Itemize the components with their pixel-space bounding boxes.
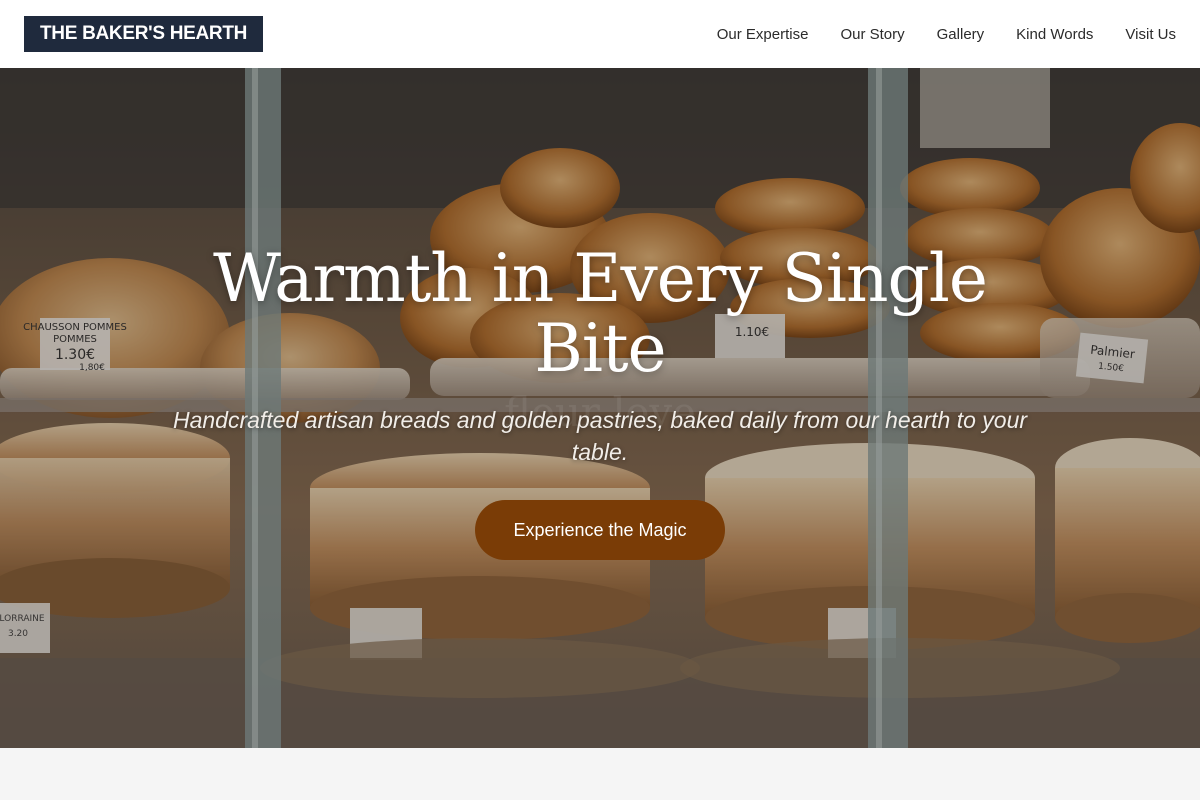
hero-title: Warmth in Every Single Bite <box>213 240 988 387</box>
hero-content: Warmth in Every Single Bite Handcrafted … <box>0 68 1200 748</box>
nav-link-kind-words[interactable]: Kind Words <box>1016 26 1093 43</box>
site-logo[interactable]: THE BAKER'S HEARTH <box>24 16 264 52</box>
site-header: THE BAKER'S HEARTH Our Expertise Our Sto… <box>0 0 1200 68</box>
experience-the-magic-button[interactable]: Experience the Magic <box>475 500 725 560</box>
nav-link-our-expertise[interactable]: Our Expertise <box>717 26 809 43</box>
nav-link-gallery[interactable]: Gallery <box>937 26 985 43</box>
nav-link-our-story[interactable]: Our Story <box>840 26 904 43</box>
nav-link-visit-us[interactable]: Visit Us <box>1125 26 1176 43</box>
hero-subtitle: Handcrafted artisan breads and golden pa… <box>172 407 1028 465</box>
main-nav: Our Expertise Our Story Gallery Kind Wor… <box>717 26 1176 43</box>
hero-section: CHAUSSON POMMES POMMES 1.30€ 1,80€ 1.10€… <box>0 68 1200 748</box>
next-section <box>0 748 1200 800</box>
